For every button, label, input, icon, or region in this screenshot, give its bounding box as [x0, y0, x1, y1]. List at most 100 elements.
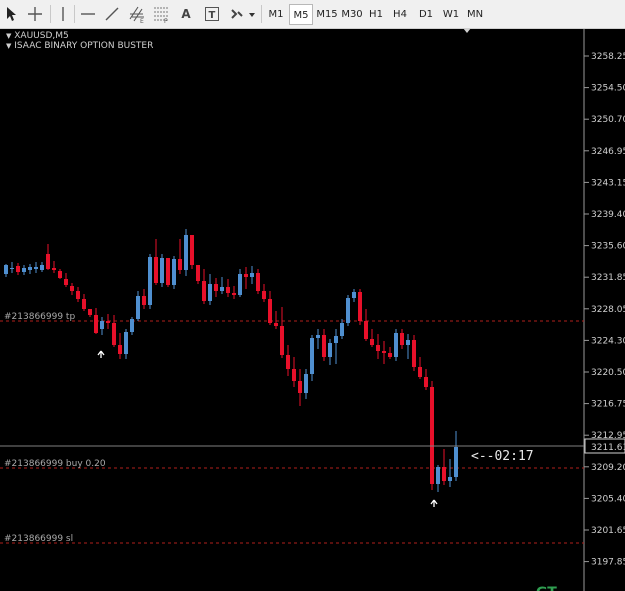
candle-body — [178, 259, 182, 270]
candle-body — [184, 235, 188, 270]
bullish-candle — [334, 329, 338, 364]
bearish-candle — [382, 341, 386, 364]
bearish-candle — [256, 269, 260, 294]
candle-body — [442, 467, 446, 481]
candle-body — [172, 259, 176, 285]
candle-body — [274, 323, 278, 326]
watermark-logo: GT — [536, 585, 557, 591]
candle-body — [64, 279, 68, 285]
candle-timer: <--02:17 — [471, 449, 534, 464]
candle-body — [160, 258, 164, 283]
bearish-candle — [178, 239, 182, 274]
bearish-candle — [70, 283, 74, 295]
price-tick-label: 3197.85 — [591, 558, 625, 568]
bearish-candle — [142, 289, 146, 309]
vertical-line-icon[interactable] — [56, 3, 70, 25]
bearish-candle — [268, 291, 272, 325]
shapes-icon[interactable] — [228, 3, 256, 25]
price-tick-label: 3224.30 — [591, 336, 625, 346]
bearish-candle — [46, 244, 50, 270]
bullish-candle — [310, 335, 314, 381]
bullish-candle — [184, 229, 188, 276]
cursor-icon[interactable] — [4, 3, 18, 25]
horizontal-line-icon[interactable] — [80, 3, 96, 25]
candle-body — [388, 353, 392, 357]
bearish-candle — [400, 329, 404, 349]
bullish-candle — [34, 262, 38, 273]
candle-body — [46, 254, 50, 269]
candle-body — [214, 284, 218, 291]
bullish-candle — [220, 277, 224, 294]
bearish-candle — [112, 315, 116, 347]
timeframe-m1[interactable]: M1 — [265, 4, 287, 25]
price-tick-label: 3243.15 — [591, 178, 625, 188]
bearish-candle — [16, 263, 20, 275]
text-label-icon[interactable]: T — [203, 3, 221, 25]
bearish-candle — [106, 314, 110, 329]
toolbar-separator — [50, 5, 51, 23]
bearish-candle — [274, 311, 278, 329]
candle-body — [370, 339, 374, 345]
candle-body — [136, 296, 140, 319]
candle-body — [430, 387, 434, 484]
bearish-candle — [424, 369, 428, 390]
buy-arrow-icon — [430, 499, 438, 507]
candles — [4, 229, 458, 492]
bullish-candle — [160, 254, 164, 287]
bullish-candle — [100, 317, 104, 335]
buy-signal-arrows — [97, 350, 438, 507]
price-tick-label: 3231.85 — [591, 273, 625, 283]
candle-body — [196, 265, 200, 281]
timeframe-h4[interactable]: H4 — [390, 4, 410, 25]
bullish-candle — [124, 329, 128, 359]
price-chart[interactable]: ▼ XAUUSD,M5 ▼ ISAAC BINARY OPTION BUSTER… — [0, 29, 625, 591]
candle-body — [124, 332, 128, 354]
price-tick-label: 3205.40 — [591, 494, 625, 504]
bearish-candle — [418, 357, 422, 379]
bearish-candle — [154, 239, 158, 285]
candle-body — [406, 340, 410, 345]
candle-body — [70, 286, 74, 291]
channels-icon[interactable]: E — [128, 3, 146, 25]
bearish-candle — [76, 287, 80, 302]
svg-text:F: F — [164, 18, 168, 23]
bearish-candle — [88, 309, 92, 317]
timeframe-w1[interactable]: W1 — [440, 4, 462, 25]
candle-body — [412, 340, 416, 367]
candle-body — [328, 343, 332, 357]
candle-body — [316, 335, 320, 338]
candle-body — [340, 323, 344, 336]
bullish-candle — [454, 431, 458, 481]
bullish-candle — [340, 319, 344, 339]
candle-body — [82, 299, 86, 309]
fibonacci-icon[interactable]: F — [152, 3, 170, 25]
bullish-candle — [22, 265, 26, 275]
candle-body — [244, 274, 248, 277]
order-sl-label: #213866999 sl — [4, 534, 73, 544]
bullish-candle — [148, 254, 152, 309]
bearish-candle — [232, 286, 236, 299]
bearish-candle — [64, 273, 68, 287]
timeframe-mn[interactable]: MN — [464, 4, 486, 25]
trendline-icon[interactable] — [104, 3, 120, 25]
bearish-candle — [376, 334, 380, 359]
candle-body — [22, 268, 26, 272]
candle-body — [286, 355, 290, 369]
chart-shift-marker-icon[interactable] — [463, 29, 471, 33]
timeframe-m15[interactable]: M15 — [315, 4, 339, 25]
candle-body — [376, 345, 380, 351]
buy-arrow-icon — [97, 350, 105, 358]
bullish-candle — [448, 459, 452, 487]
crosshair-icon[interactable] — [26, 3, 44, 25]
timeframe-d1[interactable]: D1 — [415, 4, 437, 25]
bullish-candle — [304, 369, 308, 399]
text-icon[interactable]: A — [178, 3, 194, 25]
svg-text:T: T — [209, 10, 216, 21]
candle-body — [148, 257, 152, 305]
timeframe-h1[interactable]: H1 — [366, 4, 386, 25]
timeframe-m30[interactable]: M30 — [340, 4, 364, 25]
candle-body — [40, 265, 44, 270]
bearish-candle — [118, 333, 122, 359]
timeframe-m5[interactable]: M5 — [289, 4, 313, 25]
candle-body — [190, 235, 194, 265]
